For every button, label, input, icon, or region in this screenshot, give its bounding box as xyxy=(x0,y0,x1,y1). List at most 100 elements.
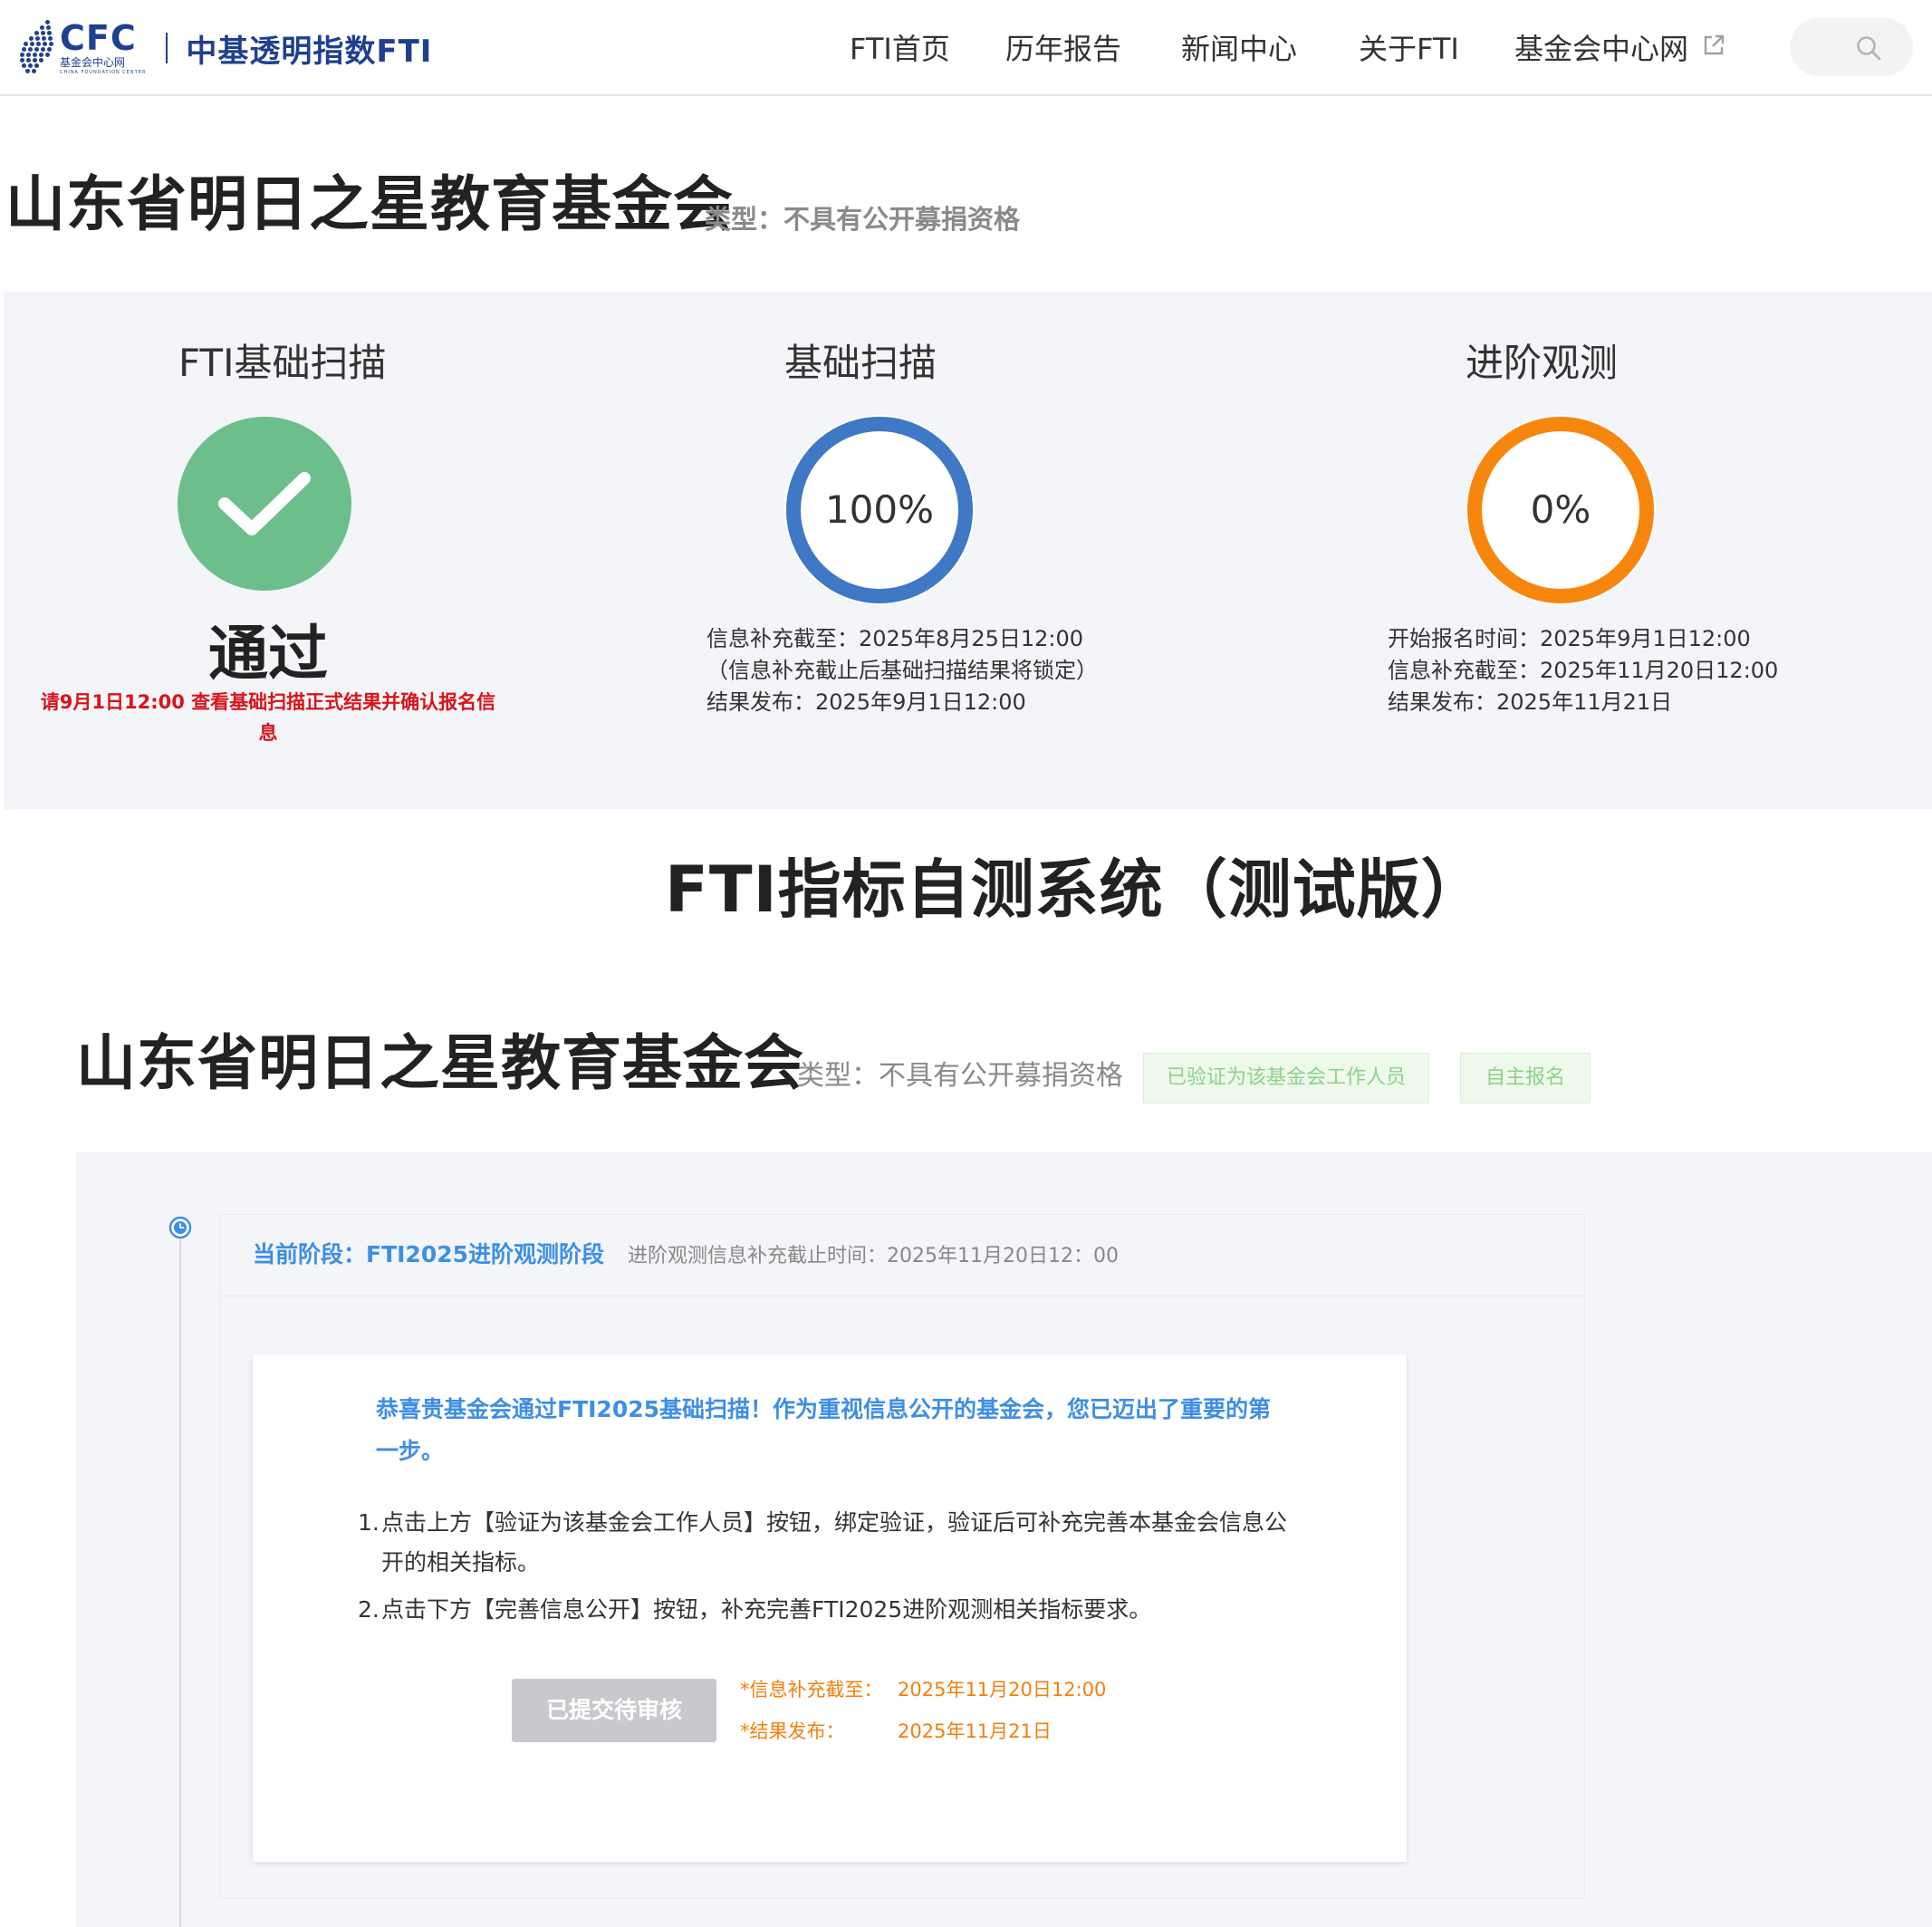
logo-dot xyxy=(20,58,24,63)
instruction-list: 1. 点击上方【验证为该基金会工作人员】按钮，绑定验证，验证后可补充完善本基金会… xyxy=(358,1503,1291,1637)
pass-badge xyxy=(178,417,351,591)
logo-dot xyxy=(20,53,24,57)
submitted-pending-review-button[interactable]: 已提交待审核 xyxy=(512,1679,716,1742)
result-release-value: 2025年11月21日 xyxy=(898,1720,1052,1742)
instruction-item: 1. 点击上方【验证为该基金会工作人员】按钮，绑定验证，验证后可补充完善本基金会… xyxy=(358,1503,1291,1583)
logo-dot xyxy=(35,36,40,41)
fti-basic-scan-title: FTI基础扫描 xyxy=(178,341,387,385)
nav-foundation-center[interactable]: 基金会中心网 xyxy=(1514,29,1726,69)
instruction-number: 1. xyxy=(358,1509,380,1536)
search-box[interactable] xyxy=(1790,18,1913,76)
stage-panel: 当前阶段：FTI2025进阶观测阶段 进阶观测信息补充截止时间：2025年11月… xyxy=(76,1152,1932,1927)
external-link-icon xyxy=(1704,34,1725,55)
instruction-number: 2. xyxy=(358,1596,380,1623)
logo-dot xyxy=(22,63,26,68)
basic-scan-info: 信息补充截至：2025年8月25日12:00 （信息补充截止后基础扫描结果将锁定… xyxy=(706,623,1098,718)
basic-scan-info-line: 结果发布：2025年9月1日12:00 xyxy=(706,689,1026,715)
congrats-message: 恭喜贵基金会通过FTI2025基础扫描！作为重视信息公开的基金会，您已迈出了重要… xyxy=(376,1396,1272,1464)
basic-scan-info-line: （信息补充截止后基础扫描结果将锁定） xyxy=(706,658,1098,683)
logo-title: 中基透明指数FTI xyxy=(186,33,433,70)
logo-dot xyxy=(24,42,28,46)
instruction-text: 点击上方【验证为该基金会工作人员】按钮，绑定验证，验证后可补充完善本基金会信息公… xyxy=(381,1509,1288,1575)
stage-header: 当前阶段：FTI2025进阶观测阶段 进阶观测信息补充截止时间：2025年11月… xyxy=(220,1215,1584,1296)
basic-scan-title: 基础扫描 xyxy=(784,341,937,385)
logo-dot xyxy=(33,58,37,63)
logo-dot xyxy=(28,63,33,68)
advanced-info-line: 开始报名时间：2025年9月1日12:00 xyxy=(1388,626,1751,651)
logo-dot xyxy=(32,69,36,73)
logo-dot xyxy=(47,31,52,35)
nav-history-reports[interactable]: 历年报告 xyxy=(1005,29,1121,69)
advanced-info-line: 结果发布：2025年11月21日 xyxy=(1388,689,1673,715)
logo-dot xyxy=(39,58,43,63)
self-test-system-title: FTI指标自测系统（测试版） xyxy=(665,853,1485,927)
logo-dot xyxy=(34,47,39,52)
logo-cfc-english: CHINA FOUNDATION CENTER xyxy=(60,70,147,75)
instruction-text: 点击下方【完善信息公开】按钮，补充完善FTI2025进阶观测相关指标要求。 xyxy=(381,1596,1152,1623)
instruction-item: 2. 点击下方【完善信息公开】按钮，补充完善FTI2025进阶观测相关指标要求。 xyxy=(358,1590,1291,1630)
result-release-row: *结果发布： 2025年11月21日 xyxy=(740,1717,1052,1746)
verified-staff-tag[interactable]: 已验证为该基金会工作人员 xyxy=(1143,1053,1429,1103)
logo-dot xyxy=(34,63,39,68)
logo-divider xyxy=(166,33,168,63)
logo-cfc-block: CFC 基金会中心网 CHINA FOUNDATION CENTER xyxy=(60,20,146,76)
logo-dot xyxy=(45,53,50,57)
result-release-label: *结果发布： xyxy=(740,1720,845,1742)
scan-status-panel: FTI基础扫描 通过 请9月1日12:00 查看基础扫描正式结果并确认报名信息 … xyxy=(4,292,1932,810)
pass-note: 请9月1日12:00 查看基础扫描正式结果并确认报名信息 xyxy=(40,691,496,744)
logo-dot xyxy=(41,47,45,52)
foundation-type: 类型：不具有公开募捐资格 xyxy=(705,204,1021,235)
logo-dot xyxy=(47,47,52,52)
logo-dot xyxy=(46,25,51,30)
nav-news-center[interactable]: 新闻中心 xyxy=(1181,29,1297,69)
logo-dot xyxy=(26,58,31,63)
logo-dot xyxy=(42,36,46,41)
stage-message-box: 恭喜贵基金会通过FTI2025基础扫描！作为重视信息公开的基金会，您已迈出了重要… xyxy=(253,1354,1407,1862)
self-registration-tag[interactable]: 自主报名 xyxy=(1460,1053,1591,1103)
current-stage-card: 当前阶段：FTI2025进阶观测阶段 进阶观测信息补充截止时间：2025年11月… xyxy=(219,1214,1585,1899)
logo-dot xyxy=(25,69,30,73)
logo-dot xyxy=(22,47,26,52)
logo-dot xyxy=(34,31,39,35)
logo-dot xyxy=(45,20,50,24)
nav-fti-home[interactable]: FTI首页 xyxy=(850,29,950,69)
search-icon xyxy=(1857,36,1881,61)
logo-dot xyxy=(30,42,34,46)
basic-scan-percent: 100% xyxy=(824,487,935,532)
advanced-observation-info: 开始报名时间：2025年9月1日12:00 信息补充截至：2025年11月20日… xyxy=(1388,623,1778,718)
logo-dot xyxy=(41,31,45,35)
check-icon xyxy=(218,472,311,535)
logo-dot xyxy=(40,25,44,30)
foundation-title: 山东省明日之星教育基金会 xyxy=(5,169,734,239)
site-logo[interactable]: CFC 基金会中心网 CHINA FOUNDATION CENTER 中基透明指… xyxy=(20,14,432,82)
logo-dot xyxy=(49,42,53,46)
org-name: 山东省明日之星教育基金会 xyxy=(76,1028,804,1098)
logo-dot xyxy=(48,36,53,41)
logo-dot xyxy=(29,36,34,41)
info-deadline-row: *信息补充截至： 2025年11月20日12:00 xyxy=(740,1675,1106,1704)
logo-dot xyxy=(36,42,41,46)
clock-icon xyxy=(168,1216,192,1239)
logo-dot xyxy=(33,53,37,57)
logo-mark-icon xyxy=(20,16,56,80)
logo-dot xyxy=(39,53,43,57)
logo-dot xyxy=(43,42,47,46)
basic-scan-progress-ring: 100% xyxy=(784,415,975,605)
stage-deadline: 进阶观测信息补充截止时间：2025年11月20日12：00 xyxy=(628,1245,1119,1267)
advanced-observation-percent: 0% xyxy=(1530,487,1591,532)
logo-cfc-text: CFC xyxy=(60,18,137,58)
timeline-line xyxy=(179,1239,181,1927)
logo-dot xyxy=(28,47,33,52)
org-type: 类型：不具有公开募捐资格 xyxy=(797,1060,1123,1092)
advanced-observation-title: 进阶观测 xyxy=(1466,341,1619,385)
current-stage-label: 当前阶段：FTI2025进阶观测阶段 xyxy=(253,1241,605,1267)
top-header: CFC 基金会中心网 CHINA FOUNDATION CENTER 中基透明指… xyxy=(0,0,1932,96)
advanced-info-line: 信息补充截至：2025年11月20日12:00 xyxy=(1388,658,1779,683)
basic-scan-info-line: 信息补充截至：2025年8月25日12:00 xyxy=(706,626,1084,651)
logo-cfc-subtitle: 基金会中心网 xyxy=(60,56,126,69)
pass-status: 通过 xyxy=(208,619,328,689)
info-deadline-label: *信息补充截至： xyxy=(740,1679,883,1701)
advanced-observation-progress-ring: 0% xyxy=(1466,415,1656,605)
nav-foundation-center-label: 基金会中心网 xyxy=(1514,32,1689,66)
nav-about-fti[interactable]: 关于FTI xyxy=(1359,29,1459,69)
